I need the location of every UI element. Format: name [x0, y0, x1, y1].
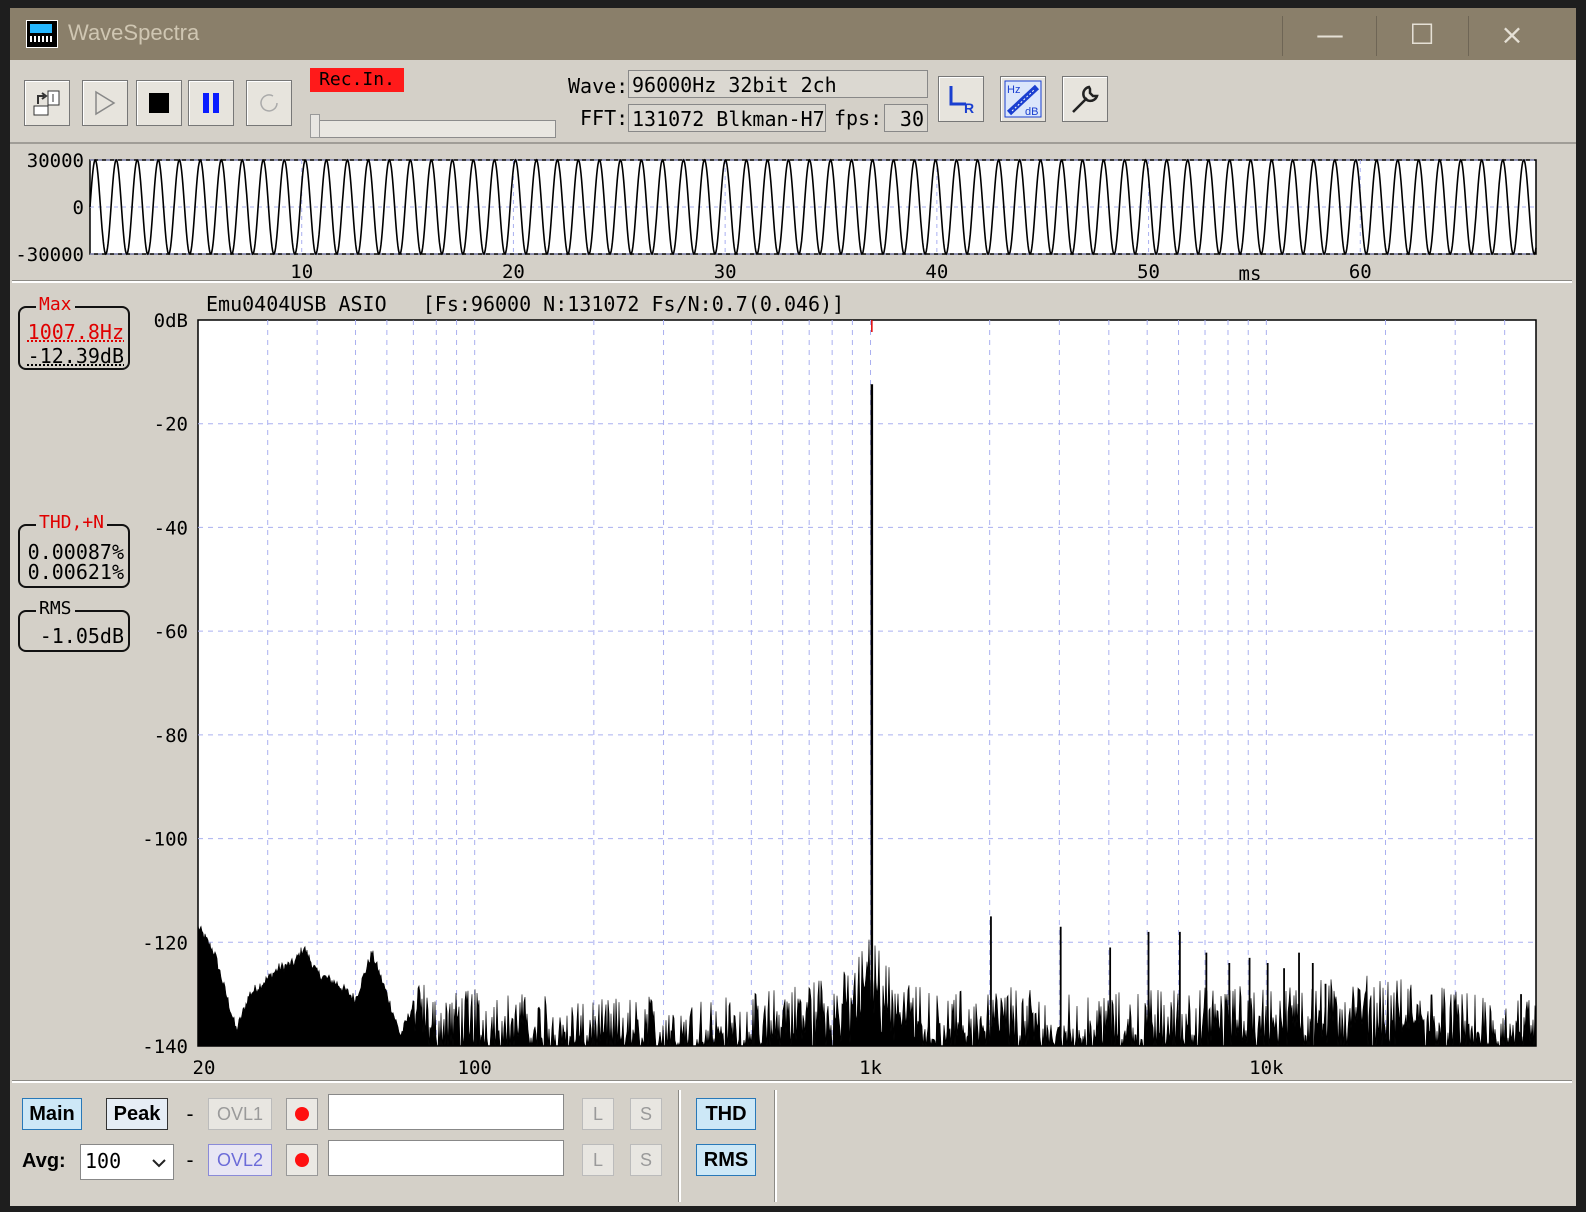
- chevron-down-icon: [152, 1159, 166, 1168]
- rec-level-slider[interactable]: [310, 114, 320, 138]
- wave-format-field: 96000Hz 32bit 2ch: [628, 70, 928, 98]
- ovl2-save-button[interactable]: S: [630, 1144, 662, 1176]
- loop-icon: [260, 94, 278, 112]
- loop-button[interactable]: [246, 80, 292, 126]
- rec-level-meter: [310, 120, 556, 138]
- separator-dash: -: [184, 1148, 197, 1172]
- spectrum-chart[interactable]: 0dB -20 -40 -60 -80 -100 -120 -14020 100 1k 10k: [10, 288, 1576, 1080]
- waveform-x-tick-label: 50: [1137, 261, 1160, 280]
- bottom-controls: Main Peak - OVL1 L S Avg: 100 - OVL2 L S…: [10, 1086, 1576, 1206]
- waveform-panel: 10 20 30 40 50 60 30000 0 -30000 ms: [10, 146, 1576, 285]
- waveform-x-tick-label: 40: [925, 261, 948, 280]
- app-icon: [26, 20, 58, 48]
- spectrum-y-tick-label: -40: [154, 517, 188, 539]
- titlebar-divider: [1282, 16, 1283, 56]
- wave-label: Wave:: [568, 74, 629, 98]
- waveform-x-tick-label: 20: [502, 261, 525, 280]
- spectrum-y-tick-label: -140: [142, 1036, 188, 1058]
- bottom-divider: [678, 1090, 681, 1202]
- pause-icon: [203, 93, 219, 113]
- separator-dash: -: [184, 1102, 197, 1126]
- waveform-chart[interactable]: 10 20 30 40 50 60 30000 0 -30000 ms: [10, 146, 1576, 285]
- avg-select[interactable]: 100: [80, 1144, 174, 1180]
- ovl1-load-button[interactable]: L: [582, 1098, 614, 1130]
- waveform-x-tick-label: 60: [1349, 261, 1372, 280]
- open-file-button[interactable]: [24, 80, 70, 126]
- rms-button[interactable]: RMS: [696, 1144, 756, 1176]
- lr-channel-icon: R: [949, 86, 974, 116]
- lr-channel-button[interactable]: R: [938, 76, 984, 122]
- ovl1-button[interactable]: OVL1: [208, 1098, 272, 1130]
- panel-divider: [12, 280, 1572, 283]
- spectrum-x-tick-label: 20: [193, 1057, 216, 1079]
- title-bar: WaveSpectra — ☐ ×: [10, 8, 1576, 60]
- stop-button[interactable]: [136, 80, 182, 126]
- bottom-divider: [774, 1090, 777, 1202]
- fps-label: fps:: [834, 106, 883, 130]
- close-button[interactable]: ×: [1466, 8, 1558, 60]
- maximize-button[interactable]: ☐: [1376, 8, 1468, 60]
- ovl2-record-button[interactable]: [286, 1144, 318, 1176]
- ovl1-record-button[interactable]: [286, 1098, 318, 1130]
- ovl2-button[interactable]: OVL2: [208, 1144, 272, 1176]
- fft-settings-field[interactable]: 131072 Blkman-H7: [628, 104, 826, 132]
- waveform-x-unit: ms: [1239, 263, 1262, 280]
- wavespectra-window: WaveSpectra — ☐ × Rec.In. Wave: 96000Hz …: [10, 8, 1576, 1206]
- fft-label: FFT:: [580, 106, 629, 130]
- waveform-x-tick-label: 30: [714, 261, 737, 280]
- main-button[interactable]: Main: [22, 1098, 82, 1130]
- hz-db-scale-icon: Hz dB: [1004, 80, 1042, 118]
- peak-button[interactable]: Peak: [106, 1098, 168, 1130]
- ovl2-load-button[interactable]: L: [582, 1144, 614, 1176]
- settings-button[interactable]: [1062, 76, 1108, 122]
- waveform-y-tick-label: 0: [73, 197, 84, 219]
- spectrum-panel: Emu0404USB ASIO [Fs:96000 N:131072 Fs/N:…: [10, 288, 1576, 1080]
- spectrum-y-tick-label: -20: [154, 414, 188, 436]
- fps-field[interactable]: 30: [884, 104, 928, 132]
- toolbar: Rec.In. Wave: 96000Hz 32bit 2ch FFT: 131…: [10, 64, 1576, 144]
- open-file-icon: [33, 90, 60, 116]
- ovl1-name-field[interactable]: [328, 1094, 564, 1130]
- spectrum-y-tick-label: -100: [142, 829, 188, 851]
- spectrum-x-tick-label: 1k: [859, 1057, 882, 1079]
- svg-text:dB: dB: [1025, 106, 1038, 118]
- spectrum-y-tick-label: -120: [142, 932, 188, 954]
- pause-button[interactable]: [188, 80, 234, 126]
- svg-text:R: R: [964, 100, 974, 116]
- spectrum-x-tick-label: 100: [458, 1057, 492, 1079]
- waveform-y-tick-label: -30000: [15, 244, 84, 266]
- avg-value: 100: [85, 1149, 122, 1173]
- ovl2-name-field[interactable]: [328, 1140, 564, 1176]
- play-button[interactable]: [82, 80, 128, 126]
- rec-in-label: Rec.In.: [310, 68, 404, 92]
- minimize-button[interactable]: —: [1284, 8, 1376, 60]
- settings-wrench-icon: [1072, 85, 1099, 113]
- waveform-x-tick-label: 10: [290, 261, 313, 280]
- spectrum-y-tick-label: -60: [154, 621, 188, 643]
- spectrum-y-tick-label: -80: [154, 725, 188, 747]
- hz-db-scale-button[interactable]: Hz dB: [1000, 76, 1046, 122]
- spectrum-plot-area: [197, 319, 1537, 1047]
- ovl1-save-button[interactable]: S: [630, 1098, 662, 1130]
- waveform-y-tick-label: 30000: [27, 150, 84, 172]
- thd-button[interactable]: THD: [696, 1098, 756, 1130]
- avg-label: Avg:: [22, 1150, 66, 1172]
- spectrum-y-tick-label: 0dB: [154, 310, 188, 332]
- stop-icon: [149, 93, 169, 113]
- panel-divider: [12, 1080, 1572, 1083]
- spectrum-x-tick-label: 10k: [1249, 1057, 1284, 1079]
- window-title: WaveSpectra: [68, 20, 200, 45]
- svg-text:Hz: Hz: [1007, 84, 1020, 96]
- play-icon: [95, 90, 116, 116]
